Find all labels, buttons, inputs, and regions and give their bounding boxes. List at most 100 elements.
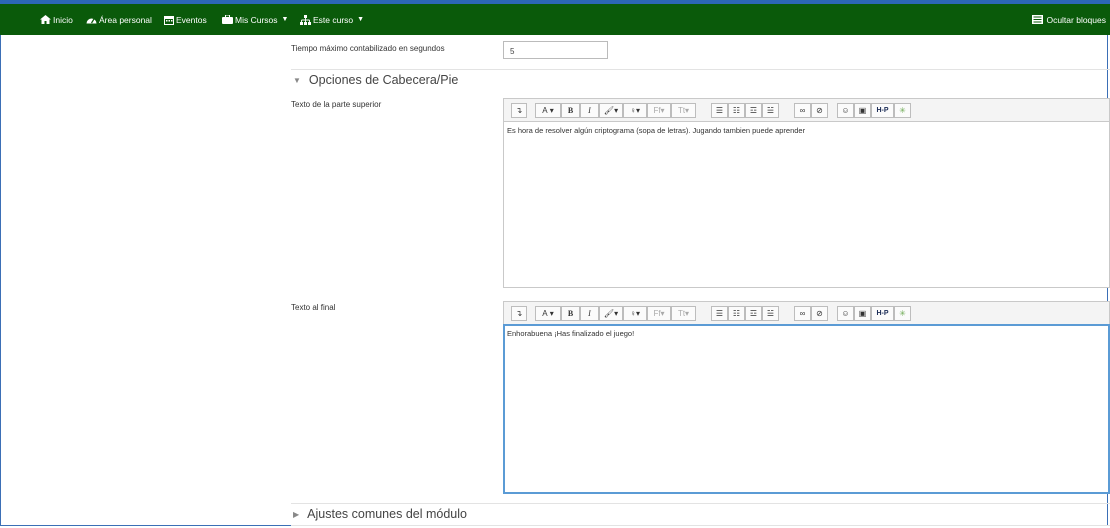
unlink-icon: ⊘ bbox=[816, 309, 823, 318]
outdent-button[interactable]: ☲ bbox=[745, 103, 762, 118]
top-navbar: Inicio Área personal Eventos Mis Cursos … bbox=[0, 0, 1110, 35]
font-color-button[interactable]: 🖌 ▾ bbox=[599, 306, 623, 321]
editor-toolbar: ↴ A ▾ B I 🖌 ▾ ♀ ▾ Ff ▾ Tt ▾ ☰ ☷ ☲ ☱ ∞ ⊘ ☺ ▣ … bbox=[503, 98, 1110, 121]
top-text-area[interactable]: Es hora de resolver algún criptograma (s… bbox=[503, 121, 1110, 288]
nav-dashboard-label: Área personal bbox=[99, 14, 152, 25]
h5p-button[interactable]: H-P bbox=[871, 306, 894, 321]
numbered-list-icon: ☷ bbox=[732, 106, 741, 115]
chevron-down-icon: ▼ bbox=[357, 16, 365, 23]
unlink-icon: ⊘ bbox=[816, 106, 823, 115]
top-text-editor: ↴ A ▾ B I 🖌 ▾ ♀ ▾ Ff ▾ Tt ▾ ☰ ☷ ☲ ☱ ∞ ⊘ ☺ ▣ … bbox=[503, 98, 1110, 288]
text-style-icon: Tt bbox=[677, 309, 686, 318]
outdent-button[interactable]: ☲ bbox=[745, 306, 762, 321]
emoji-button[interactable]: ☺ bbox=[837, 103, 854, 118]
numbered-list-button[interactable]: ☷ bbox=[728, 306, 745, 321]
end-text-label: Texto al final bbox=[291, 303, 336, 312]
image-button[interactable]: ▣ bbox=[854, 306, 871, 321]
bullet-list-icon: ☰ bbox=[715, 309, 724, 318]
font-size-label: A bbox=[542, 309, 548, 318]
top-text-label: Texto de la parte superior bbox=[291, 100, 382, 109]
calendar-icon bbox=[164, 15, 174, 25]
bulb-icon: ♀ bbox=[629, 106, 636, 115]
h5p-button[interactable]: H-P bbox=[871, 103, 894, 118]
spinner-icon: ✳ bbox=[899, 309, 906, 318]
brush-icon: 🖌 bbox=[603, 106, 615, 115]
image-button[interactable]: ▣ bbox=[854, 103, 871, 118]
max-time-input[interactable]: 5 bbox=[503, 41, 608, 59]
bulb-icon: ♀ bbox=[629, 309, 636, 318]
numbered-list-icon: ☷ bbox=[732, 309, 741, 318]
italic-button[interactable]: I bbox=[580, 306, 599, 321]
emoji-button[interactable]: ☺ bbox=[837, 306, 854, 321]
nav-my-courses-label: Mis Cursos bbox=[235, 14, 278, 25]
max-time-label: Tiempo máximo contabilizado en segundos bbox=[291, 44, 445, 53]
end-text-content: Enhorabuena ¡Has finalizado el juego! bbox=[507, 329, 635, 338]
font-family-button[interactable]: Ff ▾ bbox=[647, 306, 671, 321]
link-button[interactable]: ∞ bbox=[794, 306, 811, 321]
briefcase-icon bbox=[222, 15, 233, 24]
section-header-footer[interactable]: ▼ Opciones de Cabecera/Pie bbox=[293, 73, 458, 87]
nav-this-course[interactable]: Este curso ▼ bbox=[300, 4, 364, 35]
home-icon bbox=[40, 15, 51, 24]
divider bbox=[291, 503, 1110, 504]
text-style-button[interactable]: Tt ▾ bbox=[671, 306, 696, 321]
outdent-icon: ☲ bbox=[749, 106, 758, 115]
unlink-button[interactable]: ⊘ bbox=[811, 306, 828, 321]
font-family-button[interactable]: Ff ▾ bbox=[647, 103, 671, 118]
nav-this-course-label: Este curso bbox=[313, 14, 354, 25]
link-button[interactable]: ∞ bbox=[794, 103, 811, 118]
hide-blocks-button[interactable]: Ocultar bloques bbox=[1032, 4, 1106, 35]
nav-home[interactable]: Inicio bbox=[40, 4, 73, 35]
indent-button[interactable]: ☱ bbox=[762, 306, 779, 321]
spinner-icon: ✳ bbox=[899, 106, 906, 115]
spinner-button[interactable]: ✳ bbox=[894, 103, 911, 118]
text-style-icon: Tt bbox=[677, 106, 686, 115]
font-size-label: A bbox=[542, 106, 548, 115]
top-text-content: Es hora de resolver algún criptograma (s… bbox=[507, 126, 806, 135]
blocks-icon bbox=[1032, 15, 1044, 24]
section-common-settings-title: Ajustes comunes del módulo bbox=[307, 507, 467, 521]
end-text-editor: ↴ A ▾ B I 🖌 ▾ ♀ ▾ Ff ▾ Tt ▾ ☰ ☷ ☲ ☱ ∞ ⊘ ☺ ▣ … bbox=[503, 301, 1110, 494]
chevron-down-icon: ▼ bbox=[293, 75, 301, 85]
nav-home-label: Inicio bbox=[53, 14, 73, 25]
indent-icon: ☱ bbox=[766, 309, 775, 318]
toolbar-toggle-button[interactable]: ↴ bbox=[511, 306, 527, 321]
bullet-list-button[interactable]: ☰ bbox=[711, 103, 728, 118]
end-text-area[interactable]: Enhorabuena ¡Has finalizado el juego! bbox=[503, 324, 1110, 494]
nav-my-courses[interactable]: Mis Cursos ▼ bbox=[222, 4, 288, 35]
chevron-right-icon: ▶ bbox=[293, 509, 300, 519]
font-size-button[interactable]: A ▾ bbox=[535, 103, 561, 118]
smiley-icon: ☺ bbox=[841, 106, 850, 115]
bold-button[interactable]: B bbox=[561, 103, 580, 118]
indent-button[interactable]: ☱ bbox=[762, 103, 779, 118]
bullet-list-button[interactable]: ☰ bbox=[711, 306, 728, 321]
sitemap-icon bbox=[300, 14, 311, 25]
section-common-settings[interactable]: ▶ Ajustes comunes del módulo bbox=[293, 507, 467, 521]
bullet-list-icon: ☰ bbox=[715, 106, 724, 115]
divider bbox=[291, 525, 1110, 526]
text-style-button[interactable]: Tt ▾ bbox=[671, 103, 696, 118]
nav-events[interactable]: Eventos bbox=[164, 4, 207, 35]
hide-blocks-label: Ocultar bloques bbox=[1046, 14, 1106, 25]
editor-toolbar: ↴ A ▾ B I 🖌 ▾ ♀ ▾ Ff ▾ Tt ▾ ☰ ☷ ☲ ☱ ∞ ⊘ ☺ ▣ … bbox=[503, 301, 1110, 324]
outdent-icon: ☲ bbox=[749, 309, 758, 318]
font-color-button[interactable]: 🖌 ▾ bbox=[599, 103, 623, 118]
italic-button[interactable]: I bbox=[580, 103, 599, 118]
divider bbox=[291, 69, 1110, 70]
link-icon: ∞ bbox=[799, 106, 806, 115]
unlink-button[interactable]: ⊘ bbox=[811, 103, 828, 118]
bold-button[interactable]: B bbox=[561, 306, 580, 321]
font-size-button[interactable]: A ▾ bbox=[535, 306, 561, 321]
spinner-button[interactable]: ✳ bbox=[894, 306, 911, 321]
indent-icon: ☱ bbox=[766, 106, 775, 115]
dashboard-icon bbox=[86, 18, 97, 24]
image-icon: ▣ bbox=[858, 106, 867, 115]
toolbar-toggle-button[interactable]: ↴ bbox=[511, 103, 527, 118]
highlight-button[interactable]: ♀ ▾ bbox=[623, 103, 647, 118]
numbered-list-button[interactable]: ☷ bbox=[728, 103, 745, 118]
nav-events-label: Eventos bbox=[176, 14, 207, 25]
nav-dashboard[interactable]: Área personal bbox=[86, 4, 152, 35]
section-header-footer-title: Opciones de Cabecera/Pie bbox=[308, 73, 459, 87]
highlight-button[interactable]: ♀ ▾ bbox=[623, 306, 647, 321]
smiley-icon: ☺ bbox=[841, 309, 850, 318]
